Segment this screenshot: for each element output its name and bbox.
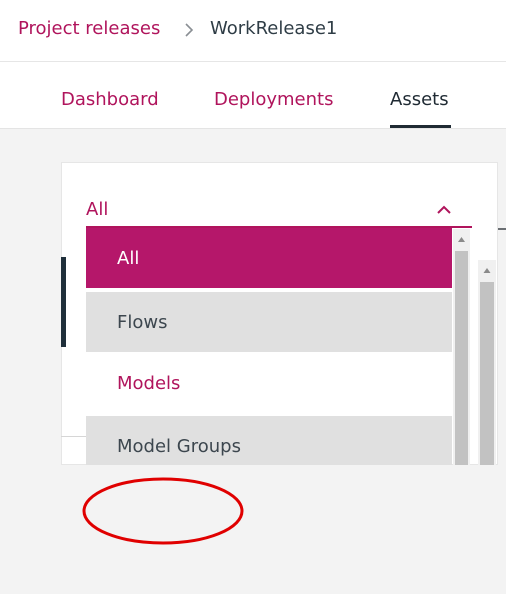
tab-assets[interactable]: Assets	[390, 89, 449, 110]
option-label: Flows	[117, 312, 168, 333]
option-model-groups[interactable]: Model Groups	[86, 416, 452, 465]
scrollbar-thumb[interactable]	[455, 251, 468, 465]
option-label: All	[117, 248, 140, 269]
scroll-up-arrow-icon[interactable]	[453, 233, 470, 245]
breadcrumb: Project releases WorkRelease1	[0, 0, 506, 61]
row-divider	[61, 436, 86, 437]
option-label: Models	[117, 373, 181, 394]
tab-bar: Dashboard Deployments Assets	[0, 62, 506, 129]
selected-row-accent	[61, 257, 66, 347]
breadcrumb-project-releases-link[interactable]: Project releases	[18, 18, 160, 39]
scrollbar-thumb[interactable]	[480, 282, 494, 465]
chevron-right-icon	[185, 23, 194, 37]
option-flows[interactable]: Flows	[86, 292, 452, 352]
scroll-up-arrow-icon[interactable]	[478, 264, 496, 276]
option-models[interactable]: Models	[86, 353, 452, 413]
tab-deployments[interactable]: Deployments	[214, 89, 333, 110]
breadcrumb-current-release: WorkRelease1	[210, 18, 338, 39]
option-label: Model Groups	[117, 436, 241, 457]
tab-dashboard[interactable]: Dashboard	[61, 89, 159, 110]
asset-type-select[interactable]: All	[86, 194, 472, 230]
chevron-up-icon	[437, 205, 451, 214]
panel-scrollbar[interactable]	[478, 260, 496, 465]
select-value: All	[86, 199, 109, 220]
dropdown-scrollbar[interactable]	[453, 229, 470, 465]
option-all[interactable]: All	[86, 228, 452, 288]
asset-type-dropdown-list: All Flows Models Model Groups	[86, 228, 452, 465]
